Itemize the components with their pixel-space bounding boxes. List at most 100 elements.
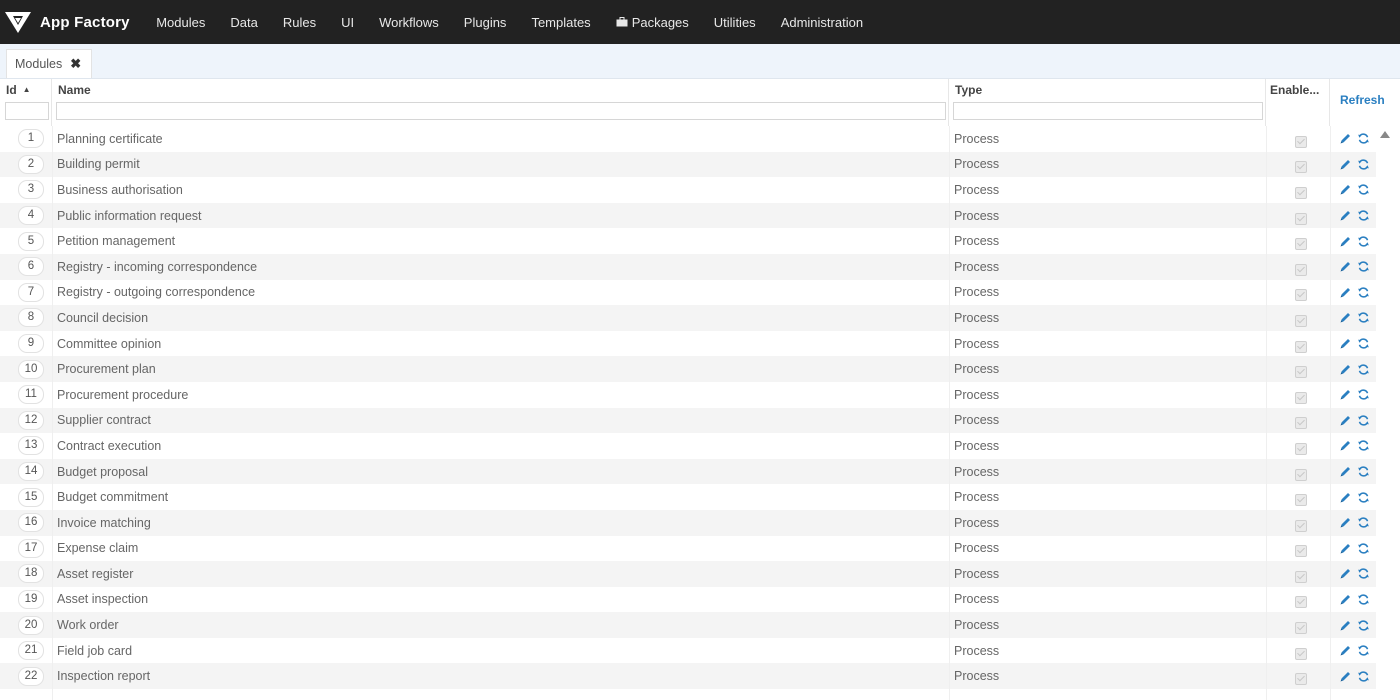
nav-workflows[interactable]: Workflows: [367, 0, 452, 44]
cell-type: Process: [954, 618, 1000, 633]
edit-pencil-icon[interactable]: [1339, 260, 1352, 273]
edit-pencil-icon[interactable]: [1339, 388, 1352, 401]
filter-input-type[interactable]: [953, 102, 1263, 120]
edit-pencil-icon[interactable]: [1339, 465, 1352, 478]
edit-pencil-icon[interactable]: [1339, 311, 1352, 324]
refresh-sync-icon[interactable]: [1357, 414, 1370, 427]
refresh-sync-icon[interactable]: [1357, 644, 1370, 657]
refresh-sync-icon[interactable]: [1357, 439, 1370, 452]
column-header-name[interactable]: Name: [52, 79, 949, 126]
refresh-sync-icon[interactable]: [1357, 311, 1370, 324]
refresh-sync-icon[interactable]: [1357, 183, 1370, 196]
refresh-sync-icon[interactable]: [1357, 593, 1370, 606]
edit-pencil-icon[interactable]: [1339, 619, 1352, 632]
refresh-sync-icon[interactable]: [1357, 260, 1370, 273]
table-row[interactable]: 19 Asset inspection Process: [0, 586, 1376, 613]
table-row[interactable]: 3 Business authorisation Process: [0, 177, 1376, 203]
close-icon[interactable]: ✖: [70, 56, 81, 72]
edit-pencil-icon[interactable]: [1339, 593, 1352, 606]
edit-pencil-icon[interactable]: [1339, 644, 1352, 657]
edit-pencil-icon[interactable]: [1339, 286, 1352, 299]
nav-administration[interactable]: Administration: [768, 0, 875, 44]
nav-modules[interactable]: Modules: [144, 0, 218, 44]
refresh-sync-icon[interactable]: [1357, 516, 1370, 529]
refresh-sync-icon[interactable]: [1357, 670, 1370, 683]
scroll-up-arrow-icon[interactable]: [1379, 130, 1391, 139]
table-row[interactable]: 1 Planning certificate Process: [0, 126, 1376, 152]
nav-rules[interactable]: Rules: [270, 0, 328, 44]
edit-pencil-icon[interactable]: [1339, 158, 1352, 171]
refresh-button[interactable]: Refresh: [1340, 93, 1385, 107]
enabled-checkbox: [1295, 442, 1307, 455]
table-row[interactable]: 17 Expense claim Process: [0, 535, 1376, 562]
cell-name: Asset register: [57, 566, 134, 581]
refresh-sync-icon[interactable]: [1357, 542, 1370, 555]
table-row[interactable]: 22 Inspection report Process: [0, 663, 1376, 690]
edit-pencil-icon[interactable]: [1339, 209, 1352, 222]
table-row[interactable]: 7 Registry - outgoing correspondence Proce…: [0, 279, 1376, 306]
nav-data[interactable]: Data: [218, 0, 270, 44]
edit-pencil-icon[interactable]: [1339, 542, 1352, 555]
edit-pencil-icon[interactable]: [1339, 516, 1352, 529]
id-badge: 4: [18, 206, 44, 226]
column-header-id[interactable]: Id ▲: [0, 79, 52, 126]
refresh-sync-icon[interactable]: [1357, 158, 1370, 171]
cell-id: 1: [16, 126, 46, 152]
cell-name: Budget commitment: [57, 490, 169, 505]
edit-pencil-icon[interactable]: [1339, 491, 1352, 504]
table-row[interactable]: 13 Contract execution Process: [0, 433, 1376, 459]
table-row[interactable]: 16 Invoice matching Process: [0, 509, 1376, 536]
nav-templates[interactable]: Templates: [519, 0, 603, 44]
refresh-sync-icon[interactable]: [1357, 286, 1370, 299]
refresh-sync-icon[interactable]: [1357, 567, 1370, 580]
edit-pencil-icon[interactable]: [1339, 414, 1352, 427]
refresh-sync-icon[interactable]: [1357, 132, 1370, 145]
cell-type: Process: [954, 592, 1000, 607]
nav-utilities[interactable]: Utilities: [701, 0, 768, 44]
table-row[interactable]: 4 Public information request Process: [0, 202, 1376, 229]
refresh-sync-icon[interactable]: [1357, 465, 1370, 478]
tab-modules[interactable]: Modules ✖: [6, 49, 93, 78]
vertical-scrollbar[interactable]: [1376, 126, 1400, 700]
table-row[interactable]: 8 Council decision Process: [0, 305, 1376, 331]
refresh-sync-icon[interactable]: [1357, 235, 1370, 248]
refresh-sync-icon[interactable]: [1357, 363, 1370, 376]
table-row[interactable]: 11 Procurement procedure Process: [0, 381, 1376, 408]
edit-pencil-icon[interactable]: [1339, 363, 1352, 376]
refresh-sync-icon[interactable]: [1357, 619, 1370, 632]
table-row[interactable]: 14 Budget proposal Process: [0, 458, 1376, 485]
edit-pencil-icon[interactable]: [1339, 670, 1352, 683]
refresh-sync-icon[interactable]: [1357, 209, 1370, 222]
table-row[interactable]: 21 Field job card Process: [0, 637, 1376, 664]
table-row[interactable]: 18 Asset register Process: [0, 561, 1376, 587]
edit-pencil-icon[interactable]: [1339, 439, 1352, 452]
filter-input-id[interactable]: [5, 102, 49, 120]
refresh-sync-icon[interactable]: [1357, 337, 1370, 350]
column-header-enabled[interactable]: Enable...: [1266, 79, 1330, 126]
column-label-text: Id: [6, 83, 17, 97]
nav-plugins[interactable]: Plugins: [451, 0, 519, 44]
brand[interactable]: App Factory: [4, 10, 130, 34]
refresh-sync-icon[interactable]: [1357, 491, 1370, 504]
table-row[interactable]: 12 Supplier contract Process: [0, 407, 1376, 434]
filter-input-name[interactable]: [56, 102, 946, 120]
edit-pencil-icon[interactable]: [1339, 183, 1352, 196]
cell-actions: [1339, 280, 1375, 306]
nav-packages[interactable]: Packages: [603, 0, 701, 44]
table-row[interactable]: 2 Building permit Process: [0, 151, 1376, 178]
id-badge: 8: [18, 308, 44, 328]
edit-pencil-icon[interactable]: [1339, 567, 1352, 580]
column-header-type[interactable]: Type: [949, 79, 1266, 126]
edit-pencil-icon[interactable]: [1339, 132, 1352, 145]
table-row[interactable]: 5 Petition management Process: [0, 228, 1376, 254]
table-row[interactable]: 10 Procurement plan Process: [0, 356, 1376, 382]
edit-pencil-icon[interactable]: [1339, 337, 1352, 350]
table-row[interactable]: 15 Budget commitment Process: [0, 484, 1376, 510]
table-row[interactable]: 9 Committee opinion Process: [0, 330, 1376, 357]
table-row[interactable]: 20 Work order Process: [0, 612, 1376, 638]
nav-ui[interactable]: UI: [329, 0, 367, 44]
refresh-sync-icon[interactable]: [1357, 388, 1370, 401]
edit-pencil-icon[interactable]: [1339, 235, 1352, 248]
cell-id: 7: [16, 280, 46, 306]
table-row[interactable]: 6 Registry - incoming correspondence Proce…: [0, 253, 1376, 280]
